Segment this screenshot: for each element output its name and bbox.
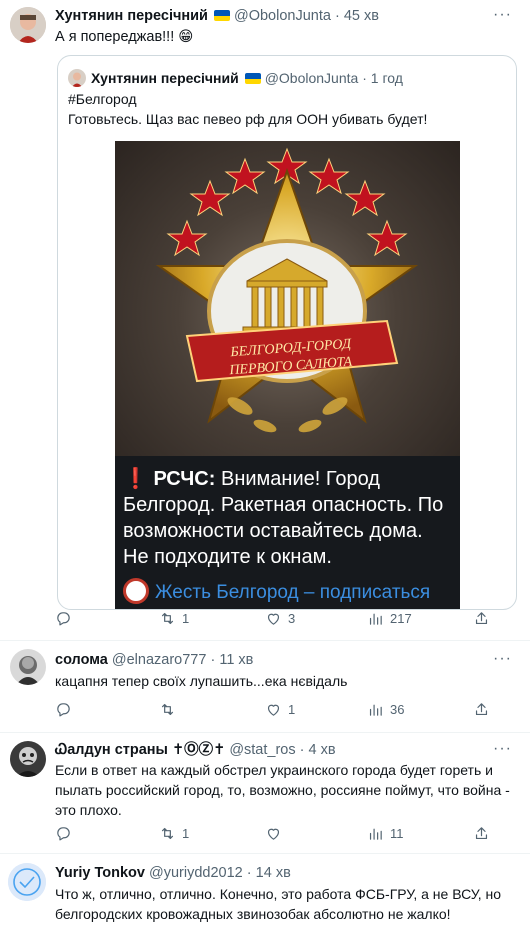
share-icon <box>475 827 488 840</box>
retweet-count: 1 <box>182 826 190 841</box>
tweet-actions: 1 3 217 <box>55 610 515 632</box>
more-options-icon[interactable]: ··· <box>493 651 512 667</box>
quoted-timestamp: 1 год <box>370 70 403 86</box>
view-count: 11 <box>390 826 404 841</box>
timestamp[interactable]: 11 хв <box>219 652 253 668</box>
author-handle[interactable]: @yuriydd2012 <box>149 865 243 881</box>
author-name[interactable]: Ꮗалдун страны ✝ⓄⓏ✝ <box>55 742 225 758</box>
quoted-image[interactable]: БЕЛГОРОД-ГОРОД ПЕРВОГО САЛЮТА ❗ РСЧС: Вн… <box>115 141 460 609</box>
tweet-header: Хунтянин пересічний @ObolonJunta · 45 хв <box>55 7 379 25</box>
author-handle[interactable]: @stat_ros <box>229 742 295 758</box>
avatar[interactable] <box>8 863 46 901</box>
author-name[interactable]: Хунтянин пересічний <box>55 8 208 24</box>
retweet-icon <box>161 703 174 716</box>
quoted-author-name: Хунтянин пересічний <box>91 70 239 86</box>
view-count: 217 <box>390 611 412 626</box>
views-button[interactable]: 36 <box>367 701 404 718</box>
more-options-icon[interactable]: ··· <box>493 7 512 23</box>
retweet-button[interactable]: 1 <box>159 825 189 842</box>
separator: · <box>246 865 252 881</box>
retweet-button[interactable]: 1 <box>159 610 189 627</box>
reply-tweet[interactable]: солома @elnazaro777 · 11 хв ··· кацапня … <box>0 641 530 732</box>
like-count: 1 <box>288 702 296 717</box>
separator: · <box>334 8 340 24</box>
ukraine-flag-icon <box>213 10 230 21</box>
separator: · <box>299 742 305 758</box>
timestamp[interactable]: 14 хв <box>256 865 291 881</box>
reply-icon <box>57 703 70 717</box>
share-button[interactable] <box>473 610 490 627</box>
views-icon <box>369 828 382 840</box>
views-icon <box>369 704 382 716</box>
share-button[interactable] <box>473 701 490 718</box>
separator: · <box>210 652 216 668</box>
more-options-icon[interactable]: ··· <box>493 741 512 757</box>
retweet-count: 1 <box>182 611 190 626</box>
share-icon <box>475 612 488 625</box>
avatar[interactable] <box>10 7 46 43</box>
retweet-button[interactable] <box>159 701 176 718</box>
alert-source: РСЧС: <box>153 468 216 490</box>
channel-logo-icon <box>123 578 149 604</box>
tweet-header: солома @elnazaro777 · 11 хв <box>55 651 253 669</box>
alert-icon: ❗ <box>123 468 148 490</box>
tweet-main[interactable]: Хунтянин пересічний @ObolonJunta · 45 хв … <box>0 0 530 640</box>
quoted-tweet[interactable]: Хунтянин пересічний @ObolonJunta · 1 год … <box>57 55 517 610</box>
views-button[interactable]: 217 <box>367 610 412 627</box>
like-count: 3 <box>288 611 296 626</box>
tweet-text: кацапня тепер своїх лупашить...ека нєвід… <box>55 673 348 689</box>
author-handle[interactable]: @elnazaro777 <box>112 652 207 668</box>
tweet-actions: 1 11 <box>55 825 515 847</box>
quoted-hashtag[interactable]: #Белгород <box>68 89 136 109</box>
heart-icon <box>267 613 280 625</box>
author-name[interactable]: солома <box>55 652 108 668</box>
reply-icon <box>57 612 70 626</box>
avatar[interactable] <box>10 741 46 777</box>
reply-button[interactable] <box>55 825 72 842</box>
heart-icon <box>267 828 280 840</box>
author-name[interactable]: Yuriy Tonkov <box>55 865 145 881</box>
view-count: 36 <box>390 702 405 717</box>
reply-icon <box>57 827 70 841</box>
avatar[interactable] <box>10 649 46 685</box>
like-button[interactable] <box>265 825 282 842</box>
timestamp[interactable]: 4 хв <box>309 742 336 758</box>
heart-icon <box>267 704 280 716</box>
quoted-text: Готовьтесь. Щаз вас певео рф для ООН уби… <box>68 111 428 127</box>
footer-text: Жесть Белгород – подписаться <box>155 582 431 603</box>
tweet-text: Если в ответ на каждый обстрел украинско… <box>55 762 510 818</box>
quoted-avatar <box>68 69 86 87</box>
author-handle[interactable]: @ObolonJunta <box>234 8 331 24</box>
quoted-header: Хунтянин пересічний @ObolonJunta · 1 год <box>91 69 403 87</box>
like-button[interactable]: 1 <box>265 701 295 718</box>
reply-tweet[interactable]: Yuriy Tonkov @yuriydd2012 · 14 хв Что ж,… <box>0 854 530 928</box>
views-icon <box>369 613 382 625</box>
reply-button[interactable] <box>55 610 72 627</box>
alert-text: ❗ РСЧС: Внимание! Город Белгород. Ракетн… <box>123 466 453 570</box>
image-footer: Жесть Белгород – подписаться <box>123 578 430 604</box>
tweet-text: Что ж, отлично, отлично. Конечно, это ра… <box>55 886 502 922</box>
share-icon <box>475 703 488 716</box>
tweet-actions: 1 36 <box>55 701 515 723</box>
tweet-header: Ꮗалдун страны ✝ⓄⓏ✝ @stat_ros · 4 хв <box>55 741 336 759</box>
views-button[interactable]: 11 <box>367 825 404 842</box>
quoted-author-handle: @ObolonJunta <box>264 70 359 86</box>
reply-tweet[interactable]: Ꮗалдун страны ✝ⓄⓏ✝ @stat_ros · 4 хв ··· … <box>0 733 530 853</box>
timestamp[interactable]: 45 хв <box>344 8 379 24</box>
separator: · <box>362 70 367 86</box>
badge-image: БЕЛГОРОД-ГОРОД ПЕРВОГО САЛЮТА <box>115 141 460 456</box>
ukraine-flag-icon <box>244 73 261 84</box>
share-button[interactable] <box>473 825 490 842</box>
retweet-icon <box>161 612 174 625</box>
reply-button[interactable] <box>55 701 72 718</box>
tweet-text: А я попереджав!!! 😁 <box>55 29 194 45</box>
tweet-header: Yuriy Tonkov @yuriydd2012 · 14 хв <box>55 864 291 882</box>
like-button[interactable]: 3 <box>265 610 295 627</box>
retweet-icon <box>161 827 174 840</box>
